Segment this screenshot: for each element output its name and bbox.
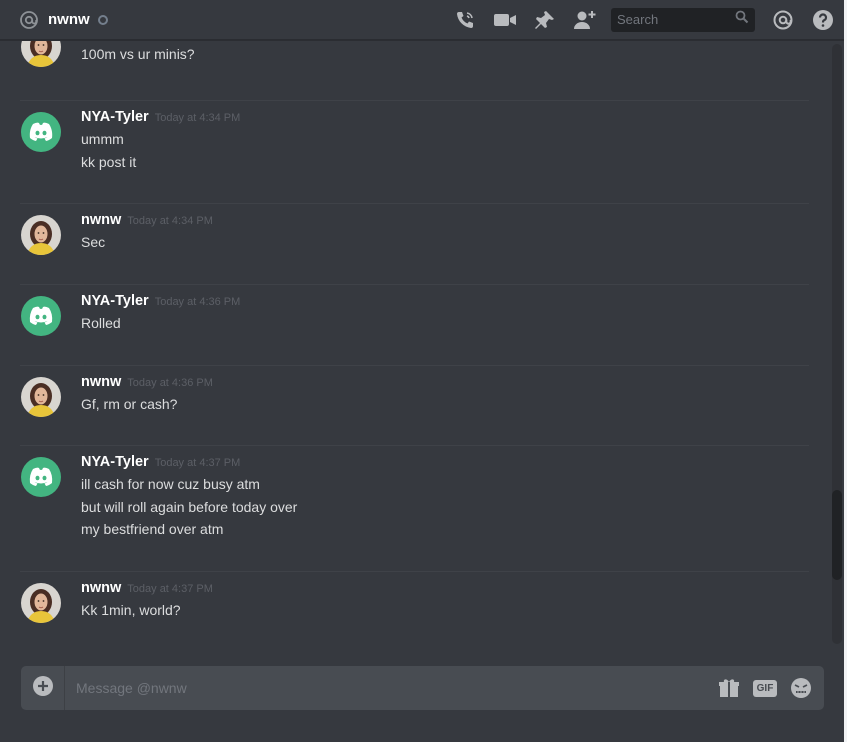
message-input[interactable]	[65, 680, 716, 696]
header-toolbar: Search	[437, 7, 835, 32]
message-header: NYA-Tyler Today at 4:37 PM	[81, 454, 240, 470]
message-author[interactable]: nwnw	[81, 580, 121, 596]
gif-button[interactable]: GIF	[752, 675, 778, 701]
message-text: Kk 1min, world?	[81, 602, 181, 618]
user-avatar[interactable]	[21, 377, 61, 417]
user-avatar[interactable]	[21, 583, 61, 623]
message-text: but will roll again before today over	[81, 498, 298, 515]
search-bar[interactable]: Search	[611, 7, 755, 32]
message-divider	[20, 445, 809, 446]
help-icon[interactable]	[811, 8, 835, 32]
user-avatar[interactable]	[21, 215, 61, 255]
emoji-icon[interactable]	[788, 675, 814, 701]
message-divider	[20, 365, 809, 366]
message-header: NYA-Tyler Today at 4:34 PM	[81, 109, 240, 125]
message-timestamp: Today at 4:36 PM	[127, 377, 213, 389]
search-placeholder[interactable]: Search	[617, 12, 735, 27]
message-divider	[20, 571, 809, 572]
message-header: NYA-Tyler Today at 4:36 PM	[81, 293, 240, 309]
message-header: nwnw Today at 4:37 PM	[81, 580, 213, 596]
channel-name: nwnw	[48, 11, 90, 28]
call-icon[interactable]	[453, 8, 477, 32]
message-text: 100m vs ur minis?	[81, 46, 195, 62]
message-text: Sec	[81, 234, 106, 250]
discord-logo-avatar[interactable]	[21, 457, 61, 497]
message-text: ill cash for now cuz busy atm	[81, 476, 260, 492]
at-icon	[18, 9, 40, 31]
message-timestamp: Today at 4:37 PM	[127, 583, 213, 595]
message-text: my bestfriend over atm	[81, 521, 224, 537]
status-offline-icon	[97, 14, 108, 25]
discord-logo-avatar[interactable]	[21, 296, 61, 336]
message-author[interactable]: NYA-Tyler	[81, 293, 149, 309]
discord-logo-avatar[interactable]	[21, 112, 61, 152]
message-header: nwnw Today at 4:36 PM	[81, 374, 213, 390]
video-icon[interactable]	[493, 8, 517, 32]
message-author[interactable]: nwnw	[81, 212, 121, 228]
dm-window: nwnw Search 100m vs ur minis? NYA-Tyler …	[0, 0, 847, 742]
message-timestamp: Today at 4:34 PM	[127, 215, 213, 227]
channel-header: nwnw Search	[0, 0, 847, 40]
message-timestamp: Today at 4:34 PM	[154, 112, 241, 124]
plus-icon	[32, 675, 53, 701]
message-composer: GIF	[21, 666, 824, 710]
message-list[interactable]: nwnwToday at 4:32 PM100m vs ur minis?NYA…	[0, 41, 830, 651]
message-header: nwnw Today at 4:34 PM	[81, 212, 213, 228]
message-divider	[20, 284, 809, 285]
message-text: Rolled	[81, 315, 121, 331]
message-timestamp: Today at 4:37 PM	[154, 457, 241, 469]
gift-icon[interactable]	[716, 675, 742, 701]
gif-label: GIF	[752, 679, 778, 697]
message-divider	[20, 100, 809, 101]
scrollbar-thumb[interactable]	[832, 490, 842, 580]
search-icon	[735, 10, 749, 29]
add-friend-icon[interactable]	[573, 8, 597, 32]
upload-button[interactable]	[21, 666, 65, 710]
message-text: kk post it	[81, 153, 137, 170]
message-author[interactable]: NYA-Tyler	[81, 109, 149, 125]
message-author[interactable]: NYA-Tyler	[81, 454, 149, 470]
mention-icon[interactable]	[771, 8, 795, 32]
message-timestamp: Today at 4:36 PM	[154, 296, 241, 308]
user-avatar[interactable]	[21, 41, 61, 67]
message-divider	[20, 203, 809, 204]
message-text: ummm	[81, 131, 124, 147]
pin-icon[interactable]	[533, 8, 557, 32]
message-author[interactable]: nwnw	[81, 374, 121, 390]
message-text: Gf, rm or cash?	[81, 396, 178, 412]
